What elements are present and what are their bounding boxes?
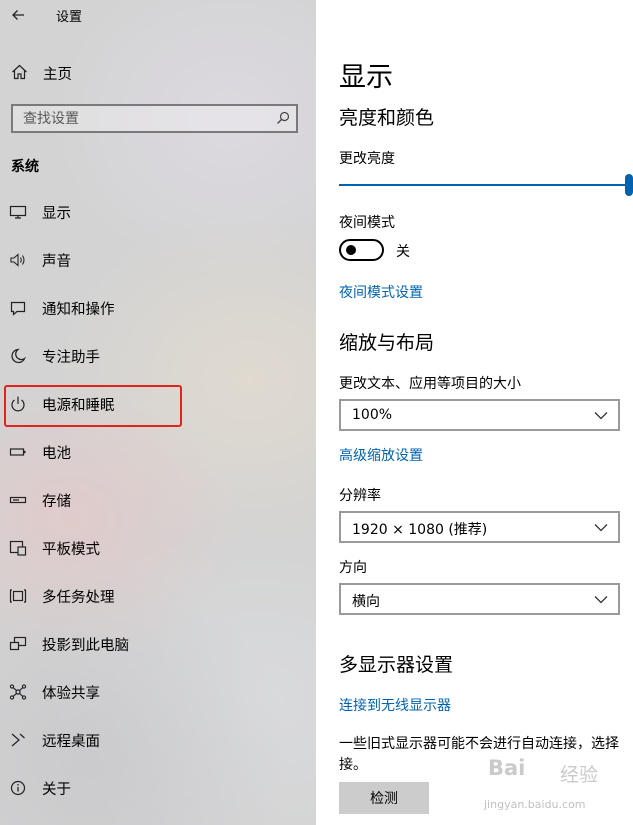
display-settings-panel: 显示 亮度和颜色 更改亮度 夜间模式 关 夜间模式设置 缩放与布局 更改文本、应…	[316, 0, 633, 825]
scale-value: 100%	[352, 407, 393, 423]
multitasking-icon	[9, 589, 27, 603]
watermark: Bai 经验 jingyan.baidu.com	[484, 756, 624, 818]
sidebar-item-label: 显示	[42, 206, 71, 222]
sidebar-item-focus-assist[interactable]: 专注助手	[0, 336, 316, 376]
notification-icon	[10, 301, 26, 316]
speaker-icon	[10, 253, 25, 267]
toggle-knob	[346, 245, 356, 255]
sidebar-item-label: 多任务处理	[42, 590, 115, 606]
moon-icon	[11, 348, 26, 364]
sidebar-item-notifications[interactable]: 通知和操作	[0, 288, 316, 328]
home-label: 主页	[43, 67, 72, 83]
sidebar-item-remote-desktop[interactable]: 远程桌面	[0, 720, 316, 760]
scale-label: 更改文本、应用等项目的大小	[339, 376, 521, 392]
detect-button[interactable]: 检测	[339, 782, 429, 814]
storage-icon	[9, 496, 27, 504]
watermark-logo: Bai	[488, 756, 526, 780]
window-title: 设置	[56, 10, 83, 25]
brightness-heading: 亮度和颜色	[339, 107, 435, 129]
chevron-down-icon	[594, 596, 608, 604]
search-box[interactable]	[11, 104, 298, 133]
resolution-label: 分辨率	[339, 488, 381, 504]
brightness-slider[interactable]	[339, 174, 633, 196]
sidebar-item-battery[interactable]: 电池	[0, 432, 316, 472]
search-input[interactable]	[13, 106, 263, 131]
back-arrow-icon	[12, 10, 24, 20]
sidebar-item-multitasking[interactable]: 多任务处理	[0, 576, 316, 616]
orientation-label: 方向	[339, 560, 367, 576]
multi-display-heading: 多显示器设置	[339, 654, 454, 676]
sidebar-item-project[interactable]: 投影到此电脑	[0, 624, 316, 664]
orientation-value: 横向	[352, 594, 380, 610]
resolution-dropdown[interactable]: 1920 × 1080 (推荐)	[339, 511, 620, 543]
sidebar-item-storage[interactable]: 存储	[0, 480, 316, 520]
sidebar-item-label: 存储	[42, 494, 71, 510]
chevron-down-icon	[594, 524, 608, 532]
home-nav-item[interactable]: 主页	[0, 56, 316, 88]
brightness-label: 更改亮度	[339, 151, 395, 167]
project-icon	[9, 636, 27, 651]
sidebar: 设置 主页 系统 显示 声音 通知和操作	[0, 0, 316, 825]
wireless-display-link[interactable]: 连接到无线显示器	[339, 695, 451, 715]
description-line: 一些旧式显示器可能不会进行自动连接，选择	[339, 736, 619, 752]
night-light-state: 关	[396, 244, 410, 260]
watermark-text: 经验	[560, 764, 599, 786]
advanced-scaling-link[interactable]: 高级缩放设置	[339, 445, 423, 465]
sidebar-item-label: 远程桌面	[42, 734, 100, 750]
back-button[interactable]	[6, 3, 32, 29]
night-light-settings-link[interactable]: 夜间模式设置	[339, 282, 423, 302]
search-icon[interactable]	[276, 111, 290, 125]
scale-layout-heading: 缩放与布局	[339, 332, 435, 354]
section-title: 系统	[11, 159, 39, 175]
sidebar-item-tablet-mode[interactable]: 平板模式	[0, 528, 316, 568]
sidebar-item-display[interactable]: 显示	[0, 192, 316, 232]
sidebar-item-label: 通知和操作	[42, 302, 115, 318]
shared-experiences-icon	[9, 684, 27, 700]
chevron-down-icon	[594, 412, 608, 420]
battery-icon	[9, 448, 26, 456]
info-icon	[10, 780, 26, 796]
scale-dropdown[interactable]: 100%	[339, 399, 620, 431]
title-bar: 设置	[0, 0, 316, 32]
sidebar-item-label: 声音	[42, 254, 71, 270]
sidebar-item-label: 专注助手	[42, 350, 100, 366]
watermark-url: jingyan.baidu.com	[484, 798, 586, 811]
sidebar-item-label: 关于	[42, 782, 71, 798]
sidebar-item-sound[interactable]: 声音	[0, 240, 316, 280]
home-icon	[12, 64, 27, 80]
selected-item-highlight	[4, 385, 182, 427]
sidebar-item-label: 电池	[42, 446, 71, 462]
sidebar-item-about[interactable]: 关于	[0, 768, 316, 808]
night-light-toggle[interactable]	[339, 239, 384, 261]
sidebar-item-label: 平板模式	[42, 542, 100, 558]
orientation-dropdown[interactable]: 横向	[339, 583, 620, 615]
night-light-label: 夜间模式	[339, 215, 395, 231]
remote-desktop-icon	[11, 733, 25, 747]
monitor-icon	[9, 205, 27, 219]
page-title: 显示	[339, 62, 393, 93]
sidebar-item-shared-experiences[interactable]: 体验共享	[0, 672, 316, 712]
slider-fill	[339, 184, 625, 186]
resolution-value: 1920 × 1080 (推荐)	[352, 522, 488, 538]
sidebar-item-label: 投影到此电脑	[42, 638, 129, 654]
sidebar-item-label: 体验共享	[42, 686, 100, 702]
slider-thumb[interactable]	[625, 174, 633, 196]
tablet-mode-icon	[9, 540, 27, 556]
